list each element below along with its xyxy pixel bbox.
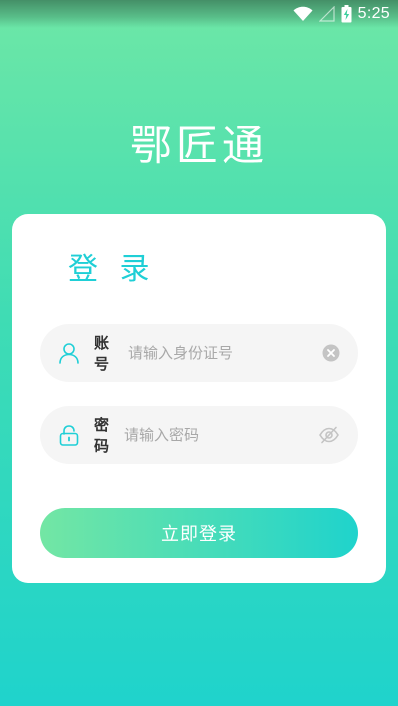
- user-icon: [58, 342, 80, 364]
- login-button[interactable]: 立即登录: [40, 508, 358, 558]
- app-title: 鄂匠通: [129, 121, 268, 170]
- account-field[interactable]: 账号: [40, 324, 358, 382]
- status-icons: 5:25: [293, 4, 390, 24]
- id-number-input[interactable]: [128, 338, 322, 368]
- password-input[interactable]: [124, 420, 318, 450]
- wifi-icon: [293, 6, 313, 21]
- clear-icon[interactable]: [322, 342, 340, 364]
- login-card: 登 录 账号 密码: [12, 214, 386, 583]
- signal-icon: [318, 6, 335, 22]
- status-bar: 5:25: [0, 0, 398, 28]
- login-heading: 登 录: [68, 252, 156, 287]
- account-label: 账号: [94, 334, 110, 373]
- battery-charging-icon: [341, 5, 352, 23]
- lock-icon: [58, 424, 80, 446]
- status-time: 5:25: [357, 5, 390, 22]
- password-label: 密码: [94, 416, 110, 455]
- eye-off-icon[interactable]: [318, 424, 340, 446]
- password-field[interactable]: 密码: [40, 406, 358, 464]
